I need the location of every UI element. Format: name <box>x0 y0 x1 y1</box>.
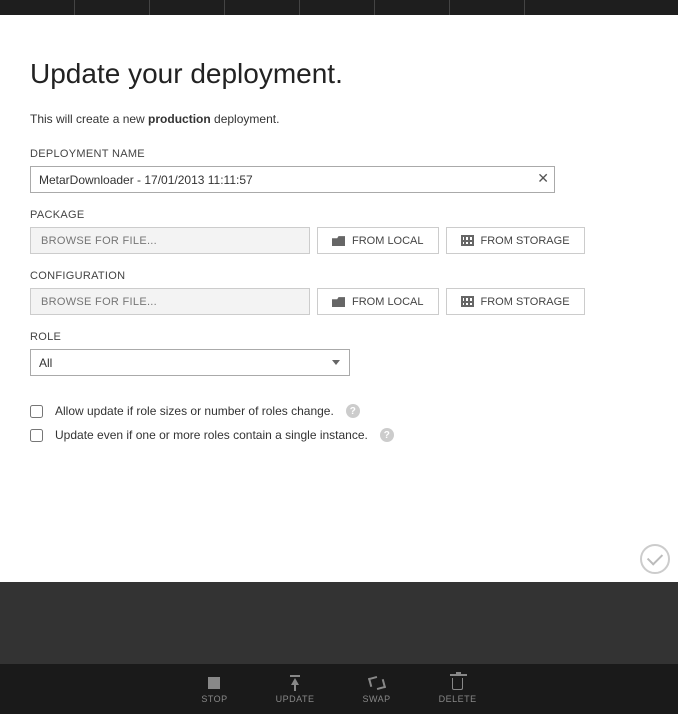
configuration-from-storage-button[interactable]: FROM STORAGE <box>446 288 585 315</box>
delete-button[interactable]: DELETE <box>439 675 477 704</box>
storage-grid-icon <box>461 235 474 246</box>
configuration-browse-input[interactable] <box>30 288 310 315</box>
package-from-local-button[interactable]: FROM LOCAL <box>317 227 439 254</box>
deployment-name-input[interactable] <box>30 166 555 193</box>
configuration-from-local-button[interactable]: FROM LOCAL <box>317 288 439 315</box>
help-icon[interactable]: ? <box>346 404 360 418</box>
dialog-subtitle: This will create a new production deploy… <box>30 112 648 126</box>
package-browse-input[interactable] <box>30 227 310 254</box>
update-single-checkbox[interactable] <box>30 429 43 442</box>
deployment-name-label: DEPLOYMENT NAME <box>30 148 648 160</box>
clear-input-icon[interactable]: ✕ <box>537 170 549 187</box>
folder-icon <box>332 296 345 307</box>
allow-update-checkbox[interactable] <box>30 405 43 418</box>
stop-icon <box>208 677 220 689</box>
update-deployment-dialog: Update your deployment. This will create… <box>0 15 678 582</box>
role-select[interactable]: All <box>30 349 350 376</box>
folder-icon <box>332 235 345 246</box>
configuration-label: CONFIGURATION <box>30 270 648 282</box>
package-from-storage-button[interactable]: FROM STORAGE <box>446 227 585 254</box>
package-label: PACKAGE <box>30 209 648 221</box>
trash-icon <box>452 678 463 690</box>
bottom-command-bar: STOP UPDATE SWAP DELETE <box>0 664 678 714</box>
role-label: ROLE <box>30 331 648 343</box>
update-icon <box>287 675 303 691</box>
stop-button[interactable]: STOP <box>201 675 227 704</box>
confirm-button[interactable] <box>640 544 670 574</box>
update-single-label: Update even if one or more roles contain… <box>55 428 368 442</box>
allow-update-label: Allow update if role sizes or number of … <box>55 404 334 418</box>
help-icon[interactable]: ? <box>380 428 394 442</box>
swap-icon <box>369 675 385 691</box>
dialog-title: Update your deployment. <box>30 58 648 90</box>
swap-button[interactable]: SWAP <box>363 675 391 704</box>
storage-grid-icon <box>461 296 474 307</box>
update-button[interactable]: UPDATE <box>276 675 315 704</box>
